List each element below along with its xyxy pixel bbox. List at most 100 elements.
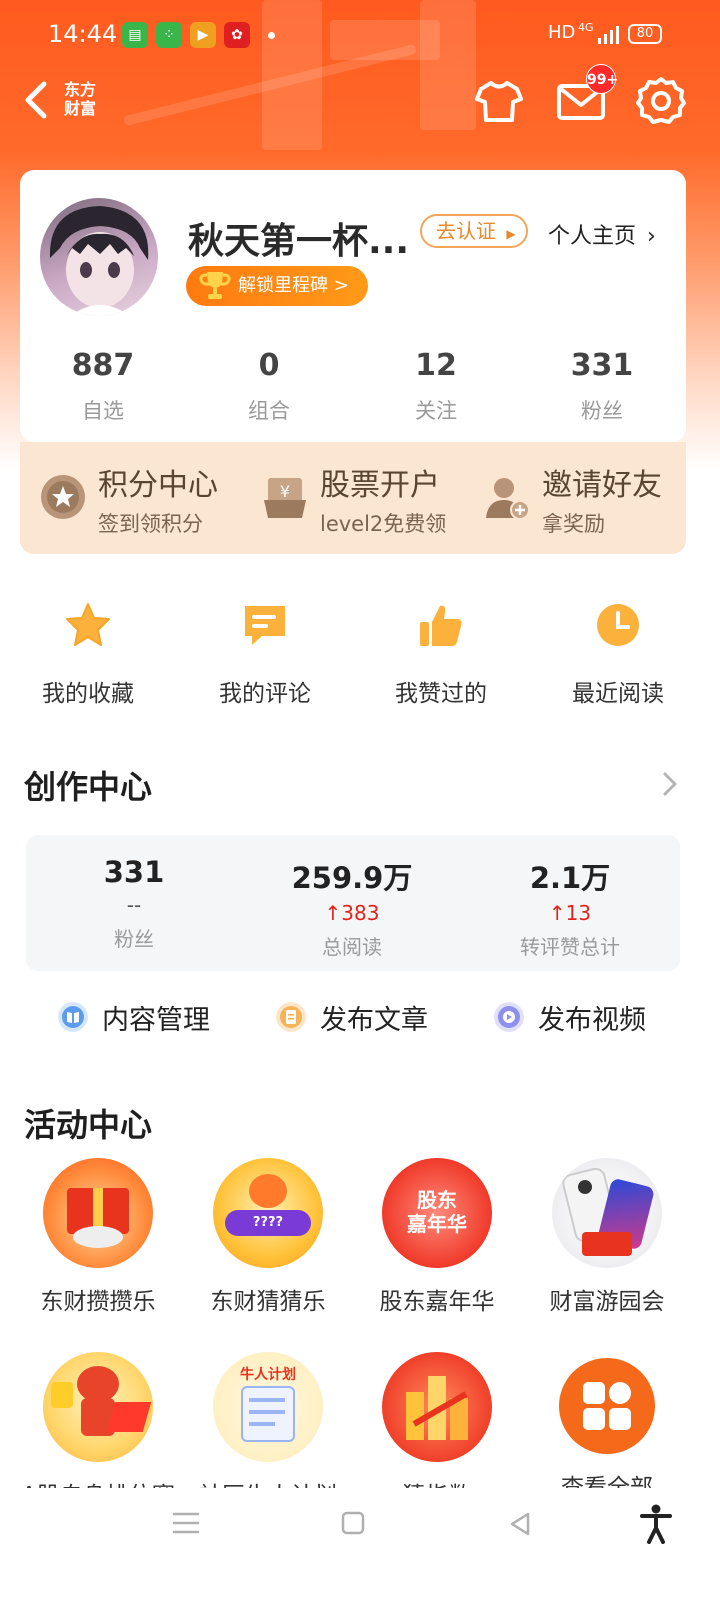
guess-badge: ???? [225,1210,311,1236]
activity-item[interactable]: 猜指数 [352,1352,522,1510]
gift-box-icon [43,1158,153,1268]
clock-icon [597,604,639,646]
guess-game-icon: ???? [213,1158,323,1268]
creation-stat-followers[interactable]: 331 -- 粉丝 [34,855,234,952]
profile-card: 秋天第一杯... 去认证 ▶ 个人主页 › 解锁里程碑 > 887 自选 0 组… [20,170,686,442]
network-type: 4G [578,21,594,34]
video-app-icon: ▶ [190,22,216,48]
video-play-icon [494,1002,524,1032]
activity-item[interactable]: ???? 东财猜猜乐 [183,1158,353,1316]
hd-indicator: HD [548,22,576,43]
username[interactable]: 秋天第一杯... [188,212,409,264]
stat-watchlist[interactable]: 887 自选 [43,348,163,425]
avatar[interactable] [40,198,158,316]
cstat-value: 259.9万 [291,861,413,895]
tshirt-icon[interactable] [474,76,524,126]
stat-following[interactable]: 12 关注 [376,348,496,425]
activity-label: 财富游园会 [549,1289,665,1315]
phone-prize-icon [552,1158,662,1268]
verify-button[interactable]: 去认证 ▶ [420,214,528,248]
carnival-text-2: 嘉年华 [407,1212,467,1236]
stat-value: 12 [415,348,457,383]
cstat-delta: -- [126,893,142,917]
perk-subtitle: 签到领积分 [98,512,203,536]
cstat-value: 331 [103,855,165,889]
stat-followers[interactable]: 331 粉丝 [542,348,662,425]
star-icon [66,603,110,646]
index-chart-icon [382,1352,492,1462]
activity-item[interactable]: A股自身排位赛 [13,1352,183,1510]
grid-app-icon: ⁘ [156,22,182,48]
creation-stat-reads[interactable]: 259.9万 ↑383 总阅读 [252,855,452,960]
perks-strip: 积分中心 签到领积分 ¥ 股票开户 level2免费领 邀请好友 拿奖励 [20,442,686,554]
accessibility-icon[interactable] [640,1504,672,1544]
comment-icon [245,606,285,645]
creation-stats-box: 331 -- 粉丝 259.9万 ↑383 总阅读 2.1万 ↑13 转评赞总计 [26,835,680,971]
book-icon [58,1002,88,1032]
svg-text:¥: ¥ [280,482,290,501]
pub-label: 内容管理 [102,1005,210,1036]
add-user-icon [486,478,530,520]
stat-value: 331 [570,348,634,383]
menu-icon[interactable] [172,1510,200,1536]
chevron-right-icon[interactable] [660,770,680,798]
quick-comments[interactable]: 我的评论 [180,600,350,708]
grid-icon [559,1358,655,1454]
trophy-icon [199,272,231,299]
quick-favorites[interactable]: 我的收藏 [3,600,173,708]
logo-line2: 财富 [63,99,96,118]
stat-value: 887 [71,348,135,383]
activity-center-title: 活动中心 [24,1106,153,1144]
cstat-label: 转评赞总计 [520,935,620,959]
battery-icon: 80 [628,24,662,44]
stat-label: 关注 [415,399,457,423]
perk-title: 股票开户 [320,468,440,503]
stat-label: 粉丝 [581,399,623,423]
signal-icon [598,24,619,44]
verify-label: 去认证 [436,219,496,243]
activity-item[interactable]: 财富游园会 [522,1158,692,1316]
milestone-label: 解锁里程碑 > [238,275,349,296]
mail-badge: 99+ [586,64,618,94]
activity-item[interactable]: 东财攒攒乐 [13,1158,183,1316]
quick-label: 我赞过的 [395,681,487,707]
system-nav-bar [0,1488,720,1600]
quick-label: 我的收藏 [42,681,134,707]
quick-recent[interactable]: 最近阅读 [533,600,703,708]
app-logo: 东方 财富 [60,80,100,118]
view-all-button[interactable]: 查看全部 [522,1352,692,1502]
thumbs-up-icon [420,605,462,646]
stat-portfolio[interactable]: 0 组合 [209,348,329,425]
perk-title: 积分中心 [98,468,218,503]
homepage-link[interactable]: 个人主页 › [548,218,656,250]
pub-label: 发布文章 [320,1005,428,1036]
quick-label: 最近阅读 [572,681,664,707]
quick-label: 我的评论 [219,681,311,707]
document-icon [276,1002,306,1032]
milestone-button[interactable]: 解锁里程碑 > [186,266,368,306]
bull-trophy-icon [43,1352,153,1462]
play-arrow-icon: ▶ [506,227,516,241]
back-icon[interactable] [18,78,58,122]
creation-stat-engagement[interactable]: 2.1万 ↑13 转评赞总计 [470,855,670,960]
messages-app-icon: ▤ [122,22,148,48]
status-time: 14:44 [48,20,118,48]
back-triangle-icon[interactable] [506,1510,534,1538]
quick-liked[interactable]: 我赞过的 [356,600,526,708]
settings-gear-icon[interactable] [636,76,686,126]
shopping-app-icon: ✿ [224,22,250,48]
logo-line1: 东方 [63,80,96,99]
plan-badge: 牛人计划 [240,1367,296,1383]
pub-label: 发布视频 [538,1005,646,1036]
homepage-label: 个人主页 [548,224,637,249]
cstat-delta: ↑13 [548,901,592,925]
home-icon[interactable] [340,1510,366,1536]
perk-subtitle: level2免费领 [320,512,447,536]
status-bar: 14:44 ▤ ⁘ ▶ ✿ HD 4G 80 [0,0,720,70]
activity-item[interactable]: 牛人计划 社区牛人计划 [183,1352,353,1510]
cstat-value: 2.1万 [529,861,611,895]
cstat-label: 总阅读 [322,935,382,959]
stat-label: 自选 [82,399,124,423]
stat-label: 组合 [248,399,290,423]
activity-item[interactable]: 股东 嘉年华 股东嘉年华 [352,1158,522,1316]
